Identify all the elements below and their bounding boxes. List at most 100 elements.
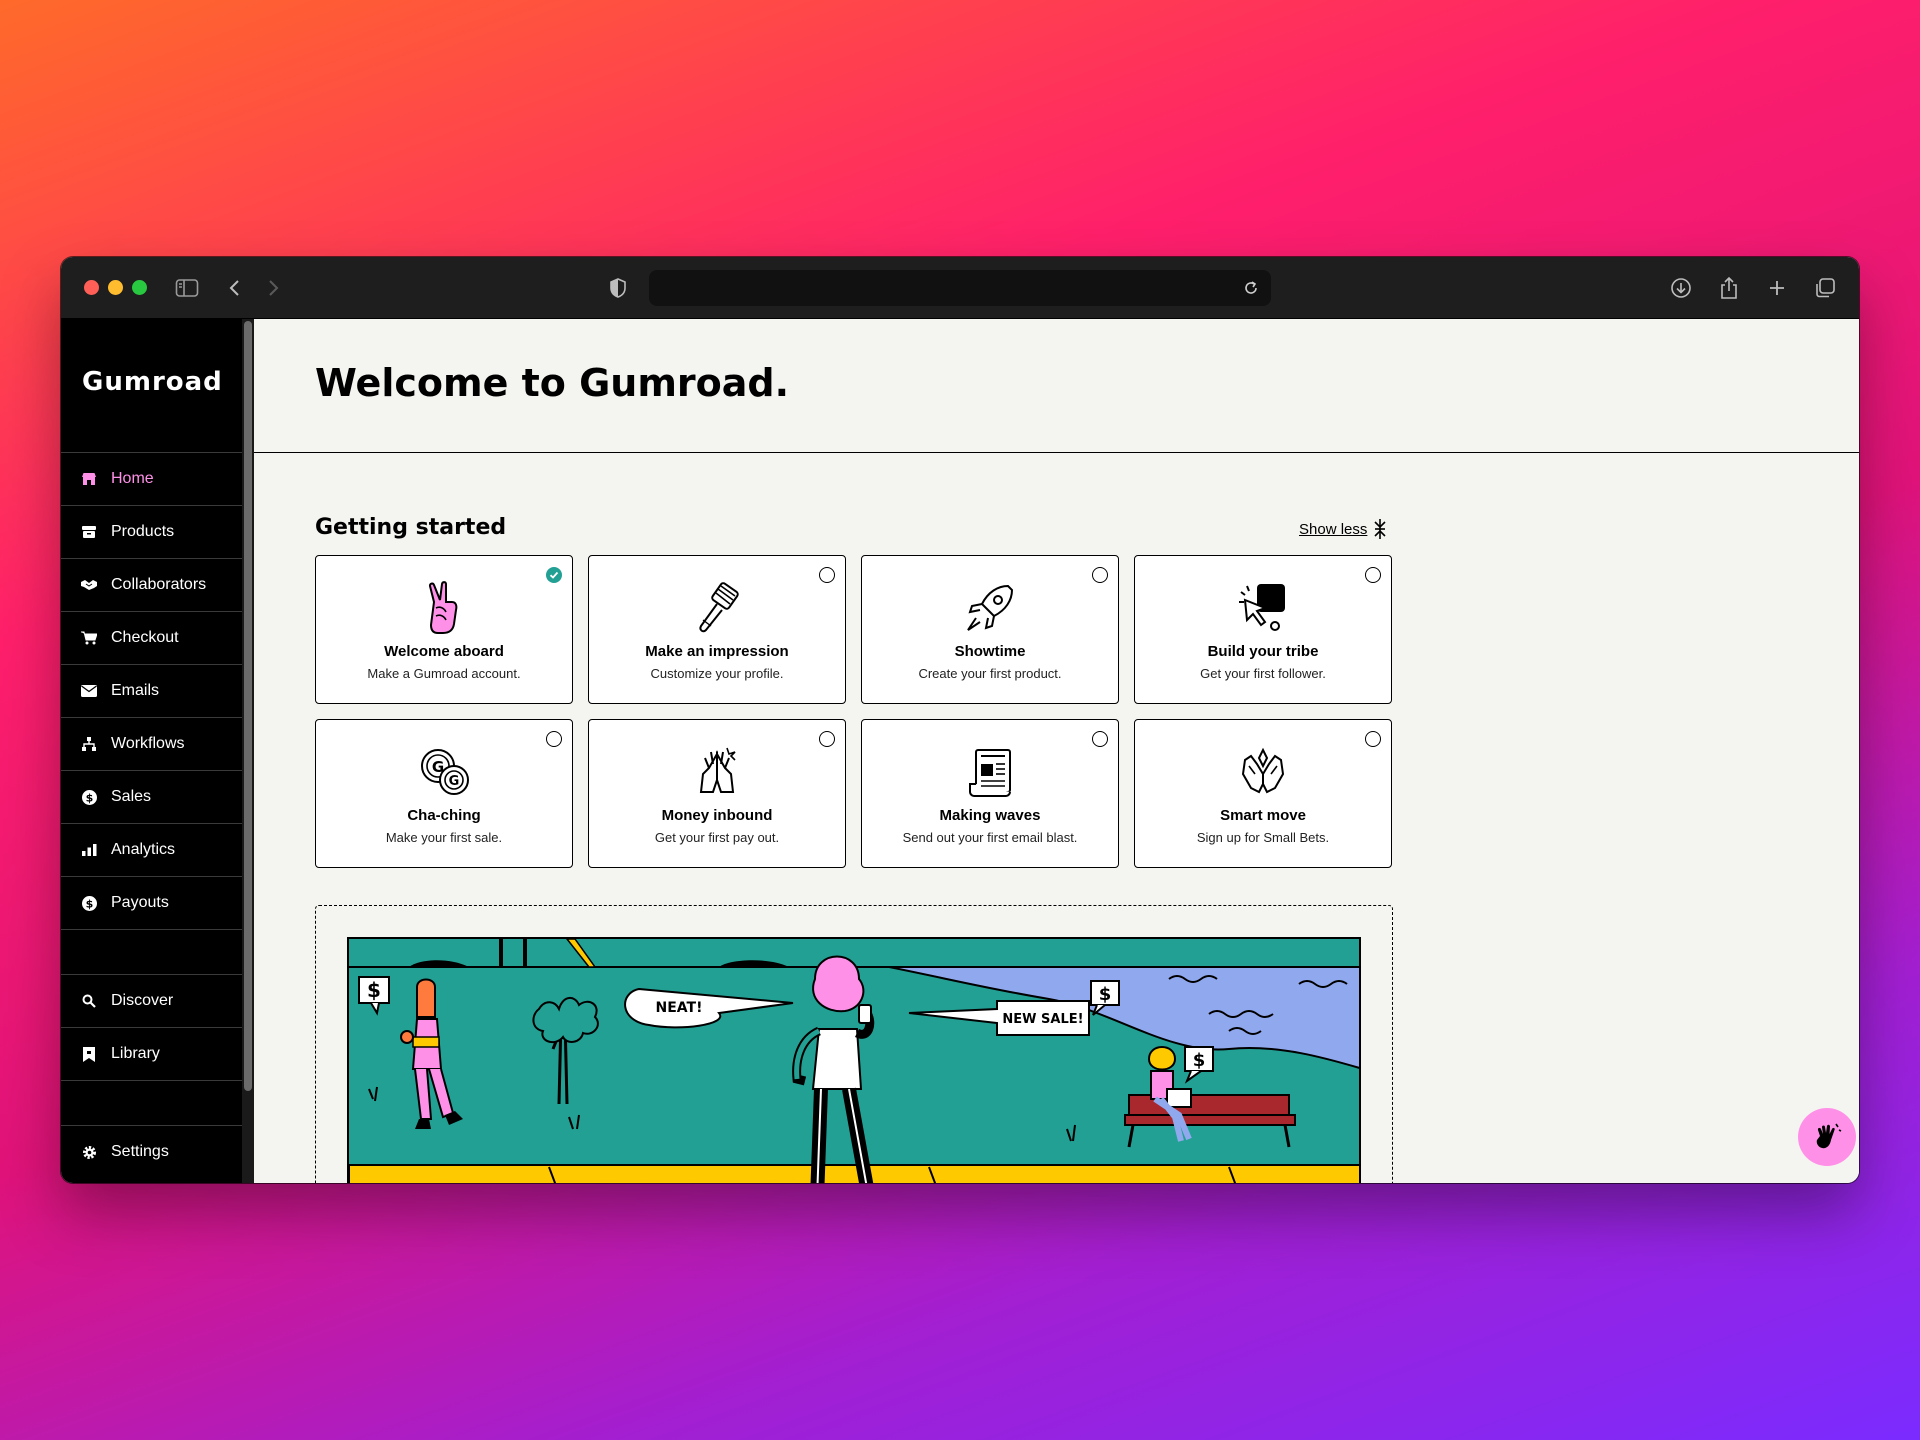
sidebar-item-label: Home — [111, 470, 154, 487]
dollar-circle-icon: $ — [81, 895, 97, 911]
card-title: Welcome aboard — [384, 643, 504, 660]
nav-divider — [61, 929, 242, 930]
sidebar-item-payouts[interactable]: $ Payouts — [61, 876, 242, 929]
promo-banner: $ NEAT! NEW SALE! $ $ — [315, 905, 1393, 1183]
card-description: Get your first pay out. — [654, 830, 780, 845]
svg-text:G: G — [449, 774, 460, 789]
checklist-card-showtime[interactable]: Showtime Create your first product. — [861, 555, 1119, 704]
collapse-icon — [1374, 519, 1386, 539]
dollar-circle-icon: $ — [81, 789, 97, 805]
sidebar-toggle-icon[interactable] — [173, 274, 201, 302]
envelope-icon — [81, 683, 97, 699]
getting-started-heading: Getting started — [315, 515, 507, 540]
card-title: Build your tribe — [1207, 643, 1319, 660]
checklist-card-make-an-impression[interactable]: Make an impression Customize your profil… — [588, 555, 846, 704]
rocket-icon — [967, 584, 1014, 631]
svg-text:$: $ — [85, 791, 93, 804]
reload-icon[interactable] — [1239, 276, 1263, 300]
waving-hand-icon — [1816, 1123, 1842, 1149]
sidebar-item-settings[interactable]: Settings — [61, 1125, 242, 1178]
gumroad-logo[interactable]: Gumroad — [82, 367, 223, 397]
sidebar-item-sales[interactable]: $ Sales — [61, 770, 242, 823]
paintbrush-icon — [699, 582, 739, 633]
tabs-overview-icon[interactable] — [1811, 274, 1839, 302]
dollar-sign-label: $ — [1099, 984, 1112, 1005]
page-header: Welcome to Gumroad. — [254, 319, 1859, 453]
card-title: Showtime — [954, 643, 1026, 660]
download-icon[interactable] — [1667, 274, 1695, 302]
checklist-radio-icon — [546, 731, 562, 747]
neat-bubble-text: NEAT! — [656, 1000, 703, 1016]
nav-divider — [61, 1080, 242, 1081]
cart-icon — [81, 630, 97, 646]
checklist-complete-icon — [546, 567, 562, 583]
card-description: Make a Gumroad account. — [367, 666, 521, 681]
close-window-button[interactable] — [84, 280, 99, 295]
coins-icon: GG — [421, 749, 469, 795]
shield-icon[interactable] — [604, 274, 632, 302]
new-tab-icon[interactable] — [1763, 274, 1791, 302]
checklist-card-build-your-tribe[interactable]: Build your tribe Get your first follower… — [1134, 555, 1392, 704]
help-chat-button[interactable] — [1798, 1108, 1856, 1166]
checklist-card-cha-ching[interactable]: GG Cha-ching Make your first sale. — [315, 719, 573, 868]
card-title: Money inbound — [661, 807, 773, 824]
checklist-radio-icon — [1365, 567, 1381, 583]
back-icon[interactable] — [221, 274, 249, 302]
peace-hand-icon — [428, 581, 458, 634]
card-description: Send out your first email blast. — [902, 830, 1078, 845]
sidebar-item-label: Sales — [111, 788, 152, 805]
sidebar-item-collaborators[interactable]: Collaborators — [61, 558, 242, 611]
dollar-sign-label: $ — [367, 978, 381, 1002]
sidebar-item-label: Products — [111, 523, 175, 540]
sidebar-item-label: Settings — [111, 1143, 169, 1160]
checklist-card-smart-move[interactable]: Smart move Sign up for Small Bets. — [1134, 719, 1392, 868]
address-bar[interactable] — [649, 270, 1271, 306]
checklist-radio-icon — [819, 731, 835, 747]
card-description: Make your first sale. — [385, 830, 503, 845]
checklist-radio-icon — [819, 567, 835, 583]
sidebar-item-label: Collaborators — [111, 576, 207, 593]
minimize-window-button[interactable] — [108, 280, 123, 295]
sidebar-item-checkout[interactable]: Checkout — [61, 611, 242, 664]
sidebar-item-label: Analytics — [111, 841, 176, 858]
card-title: Make an impression — [645, 643, 789, 660]
card-description: Get your first follower. — [1200, 666, 1326, 681]
cursor-click-icon — [1239, 584, 1285, 631]
sidebar-item-label: Checkout — [111, 629, 179, 646]
sidebar-item-home[interactable]: Home — [61, 452, 242, 505]
handshake-icon — [81, 577, 97, 593]
sidebar-item-products[interactable]: Products — [61, 505, 242, 558]
checklist-card-welcome-aboard[interactable]: Welcome aboard Make a Gumroad account. — [315, 555, 573, 704]
show-less-button[interactable]: Show less — [1299, 519, 1387, 539]
main-content: Welcome to Gumroad. Getting started Show… — [254, 319, 1859, 1183]
checklist-card-money-inbound[interactable]: Money inbound Get your first pay out. — [588, 719, 846, 868]
checklist-radio-icon — [1092, 567, 1108, 583]
card-title: Making waves — [939, 807, 1041, 824]
browser-toolbar — [61, 257, 1859, 319]
zoom-window-button[interactable] — [132, 280, 147, 295]
svg-text:$: $ — [85, 897, 93, 910]
sidebar-scrollbar[interactable] — [244, 321, 252, 1091]
welcome-illustration: $ NEAT! NEW SALE! $ $ — [347, 937, 1361, 1183]
checklist-radio-icon — [1092, 731, 1108, 747]
search-icon — [81, 993, 97, 1009]
bar-chart-icon — [81, 842, 97, 858]
forward-icon[interactable] — [259, 274, 287, 302]
sidebar-item-label: Workflows — [111, 735, 185, 752]
bookmark-icon — [81, 1046, 97, 1062]
share-icon[interactable] — [1715, 274, 1743, 302]
card-title: Smart move — [1220, 807, 1306, 824]
sidebar-item-library[interactable]: Library — [61, 1027, 242, 1080]
card-description: Create your first product. — [918, 666, 1062, 681]
browser-window: Gumroad Home Products Collaborators Chec… — [61, 257, 1859, 1183]
show-less-label: Show less — [1299, 520, 1368, 538]
sidebar-item-label: Payouts — [111, 894, 169, 911]
sidebar-item-label: Library — [111, 1045, 160, 1062]
sidebar-item-label: Emails — [111, 682, 160, 699]
dollar-sign-label: $ — [1193, 1050, 1206, 1071]
sidebar-item-discover[interactable]: Discover — [61, 974, 242, 1027]
sidebar-item-analytics[interactable]: Analytics — [61, 823, 242, 876]
sidebar-item-workflows[interactable]: Workflows — [61, 717, 242, 770]
checklist-card-making-waves[interactable]: Making waves Send out your first email b… — [861, 719, 1119, 868]
sidebar-item-emails[interactable]: Emails — [61, 664, 242, 717]
